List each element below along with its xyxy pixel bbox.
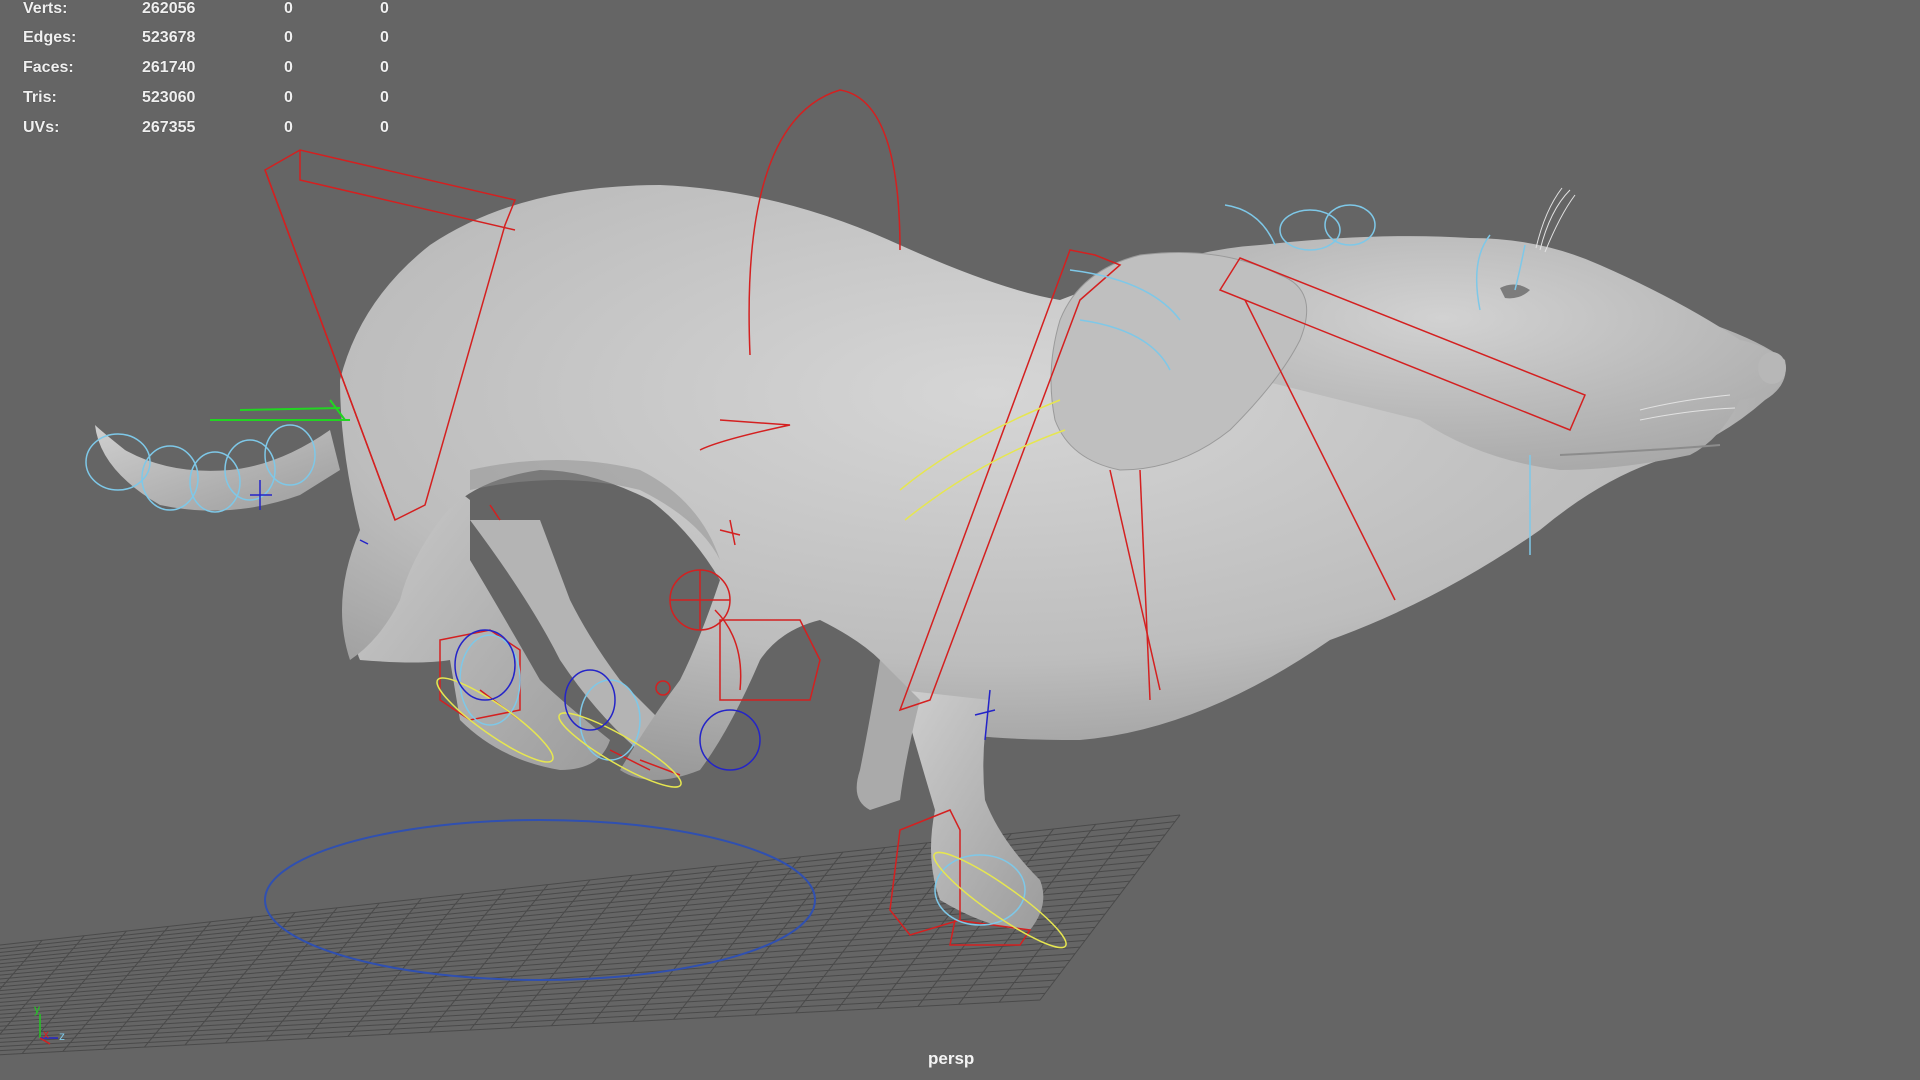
hud-value-total: 523678 bbox=[142, 29, 196, 46]
hud-value-selected: 0 bbox=[284, 119, 293, 136]
hud-value-total: 267355 bbox=[142, 119, 196, 136]
grid-line bbox=[754, 847, 886, 1016]
axis-x-label: x bbox=[43, 1027, 49, 1041]
grid-line bbox=[0, 999, 1041, 1056]
axis-z-label: z bbox=[59, 1029, 65, 1043]
hud-value-total: 262056 bbox=[142, 0, 196, 17]
axis-y-label: y bbox=[34, 1002, 40, 1016]
hud-row-verts: Verts: 262056 0 0 bbox=[0, 0, 400, 20]
hud-row-uvs: UVs: 267355 0 0 bbox=[0, 119, 400, 139]
hud-value-triangle: 0 bbox=[380, 29, 389, 46]
hud-value-triangle: 0 bbox=[380, 119, 389, 136]
grid-line bbox=[632, 861, 759, 1022]
grid-line bbox=[510, 875, 633, 1029]
hud-value-triangle: 0 bbox=[380, 89, 389, 106]
hud-value-selected: 0 bbox=[284, 0, 293, 17]
hud-value-selected: 0 bbox=[284, 29, 293, 46]
grid-line bbox=[795, 842, 928, 1014]
camera-name-label: persp bbox=[928, 1049, 975, 1068]
hud-row-edges: Edges: 523678 0 0 bbox=[0, 29, 400, 49]
grid-line bbox=[551, 870, 675, 1027]
axis-gizmo: y x z bbox=[34, 1002, 65, 1045]
grid-line bbox=[591, 865, 717, 1024]
grid-line bbox=[0, 920, 1101, 1007]
hud-row-faces: Faces: 261740 0 0 bbox=[0, 59, 400, 79]
hud-value-selected: 0 bbox=[284, 89, 293, 106]
hud-label: UVs: bbox=[23, 119, 60, 136]
rig-controls-green[interactable] bbox=[210, 399, 350, 421]
hud-value-selected: 0 bbox=[284, 59, 293, 76]
grid-line bbox=[1039, 814, 1181, 1001]
hud-row-tris: Tris: 523060 0 0 bbox=[0, 89, 400, 109]
hud-label: Tris: bbox=[23, 89, 57, 106]
hud-label: Verts: bbox=[23, 0, 68, 17]
viewport-scene[interactable] bbox=[0, 0, 1920, 1080]
hud-value-triangle: 0 bbox=[380, 0, 389, 17]
dog-tail bbox=[95, 425, 340, 511]
maya-perspective-viewport[interactable]: Verts: 262056 0 0 Edges: 523678 0 0 Face… bbox=[0, 0, 1920, 1080]
hud-label: Faces: bbox=[23, 59, 74, 76]
hud-label: Edges: bbox=[23, 29, 77, 46]
hud-value-total: 261740 bbox=[142, 59, 196, 76]
grid-line bbox=[713, 851, 844, 1018]
hud-value-triangle: 0 bbox=[380, 59, 389, 76]
hud-value-total: 523060 bbox=[142, 89, 196, 106]
